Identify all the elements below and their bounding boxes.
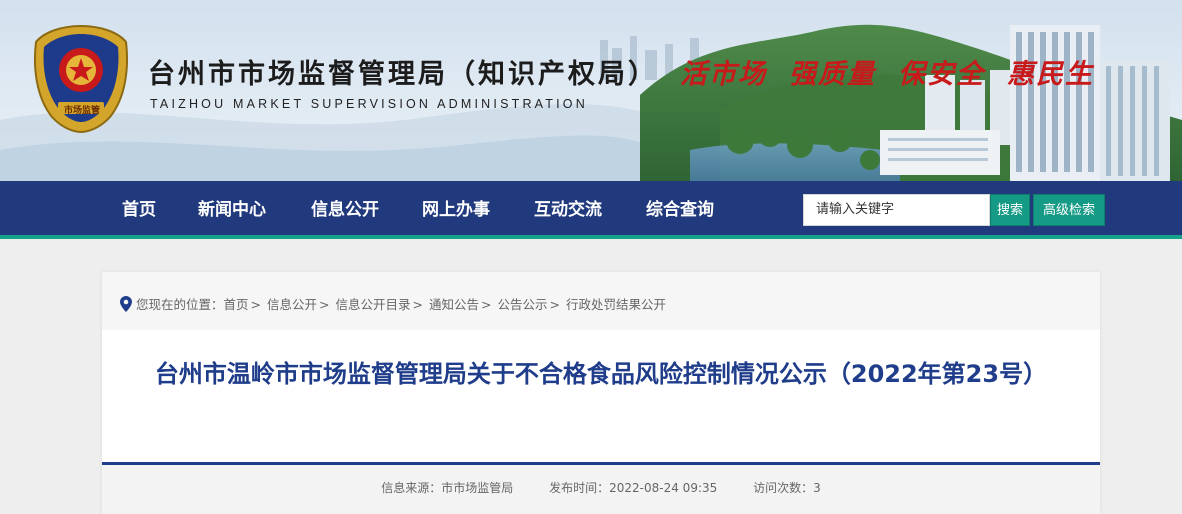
site-title-english: TAIZHOU MARKET SUPERVISION ADMINISTRATIO…: [150, 97, 588, 111]
article-title: 台州市温岭市市场监督管理局关于不合格食品风险控制情况公示（2022年第23号）: [154, 360, 1048, 388]
search-input[interactable]: 请输入关键字: [803, 194, 990, 226]
emblem-text: 市场监管: [63, 106, 100, 116]
breadcrumb-bar: 您现在的位置：首页 > 信息公开 > 信息公开目录 > 通知公告 > 公告公示 > 行政处…: [102, 272, 1100, 330]
meta-views-label: 访问次数：: [753, 481, 814, 495]
slogan-1: 活市场: [680, 59, 767, 90]
slogan-4: 惠民生: [1007, 59, 1094, 90]
breadcrumb-link-announcements[interactable]: 公告公示: [497, 297, 547, 312]
nav-item-query[interactable]: 综合查询: [646, 181, 714, 235]
nav-item-home[interactable]: 首页: [122, 181, 156, 235]
article-meta: 信息来源：市市场监管局 发布时间：2022-08-24 09:35 访问次数：3: [102, 465, 1100, 514]
breadcrumb-link-info-disclosure[interactable]: 信息公开: [267, 297, 317, 312]
nav-item-online-services[interactable]: 网上办事: [422, 181, 490, 235]
article-card: 您现在的位置：首页 > 信息公开 > 信息公开目录 > 通知公告 > 公告公示 > 行政处…: [102, 272, 1100, 514]
location-pin-icon: [120, 296, 132, 312]
nav-item-news-center[interactable]: 新闻中心: [198, 181, 266, 235]
breadcrumb-link-home[interactable]: 首页: [224, 297, 249, 312]
meta-source: 信息来源：市市场监管局: [381, 481, 513, 495]
header-banner: 市场监管 台州市市场监督管理局（知识产权局） TAIZHOU MARKET SU…: [0, 0, 1182, 181]
meta-time-label: 发布时间：: [549, 481, 610, 495]
slogan: 活市场 强质量 保安全 惠民生: [680, 52, 1116, 91]
meta-views-value: 3: [813, 481, 821, 495]
nav-item-interaction[interactable]: 互动交流: [534, 181, 602, 235]
nav-item-info-disclosure[interactable]: 信息公开: [311, 181, 379, 235]
breadcrumb: 您现在的位置：首页 > 信息公开 > 信息公开目录 > 通知公告 > 公告公示 > 行政处…: [136, 297, 666, 312]
meta-publish-time: 发布时间：2022-08-24 09:35: [549, 481, 717, 495]
breadcrumb-link-info-catalog[interactable]: 信息公开目录: [335, 297, 410, 312]
meta-source-label: 信息来源：: [381, 481, 442, 495]
breadcrumb-prefix: 您现在的位置：: [136, 297, 224, 312]
advanced-search-button[interactable]: 高级检索: [1033, 194, 1105, 226]
breadcrumb-link-notices[interactable]: 通知公告: [429, 297, 479, 312]
site-title: 台州市市场监督管理局（知识产权局）: [148, 59, 658, 90]
search-button[interactable]: 搜索: [990, 194, 1030, 226]
meta-views: 访问次数：3: [753, 481, 821, 495]
breadcrumb-link-penalty-results[interactable]: 行政处罚结果公开: [566, 297, 666, 312]
market-supervision-emblem-icon: [33, 24, 129, 134]
meta-source-value: 市市场监管局: [441, 481, 514, 495]
meta-time-value: 2022-08-24 09:35: [609, 481, 718, 495]
slogan-2: 强质量: [789, 59, 876, 90]
slogan-3: 保安全: [898, 59, 985, 90]
